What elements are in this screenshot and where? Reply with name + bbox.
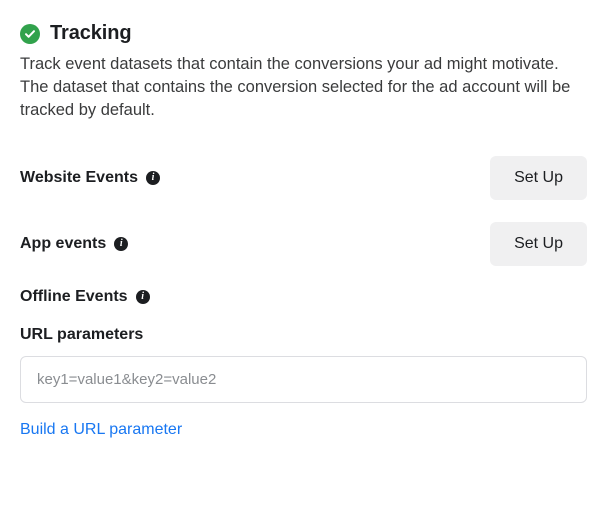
app-events-label-group: App events i: [20, 235, 128, 253]
url-parameters-label: URL parameters: [20, 326, 587, 344]
offline-events-label-group: Offline Events i: [20, 288, 150, 306]
url-parameters-section: URL parameters Build a URL parameter: [20, 326, 587, 439]
website-events-label-group: Website Events i: [20, 169, 160, 187]
offline-events-label: Offline Events: [20, 288, 128, 306]
app-events-label: App events: [20, 235, 106, 253]
section-title: Tracking: [50, 22, 131, 45]
website-events-label: Website Events: [20, 169, 138, 187]
info-icon[interactable]: i: [114, 237, 128, 251]
website-events-setup-button[interactable]: Set Up: [490, 156, 587, 200]
build-url-parameter-link[interactable]: Build a URL parameter: [20, 421, 182, 439]
app-events-setup-button[interactable]: Set Up: [490, 222, 587, 266]
tracking-description: Track event datasets that contain the co…: [20, 53, 587, 122]
info-icon[interactable]: i: [146, 171, 160, 185]
offline-events-row: Offline Events i: [20, 288, 587, 306]
check-circle-icon: [20, 24, 40, 44]
tracking-header: Tracking: [20, 22, 587, 45]
info-icon[interactable]: i: [136, 290, 150, 304]
url-parameters-input[interactable]: [20, 356, 587, 403]
app-events-row: App events i Set Up: [20, 222, 587, 266]
website-events-row: Website Events i Set Up: [20, 156, 587, 200]
